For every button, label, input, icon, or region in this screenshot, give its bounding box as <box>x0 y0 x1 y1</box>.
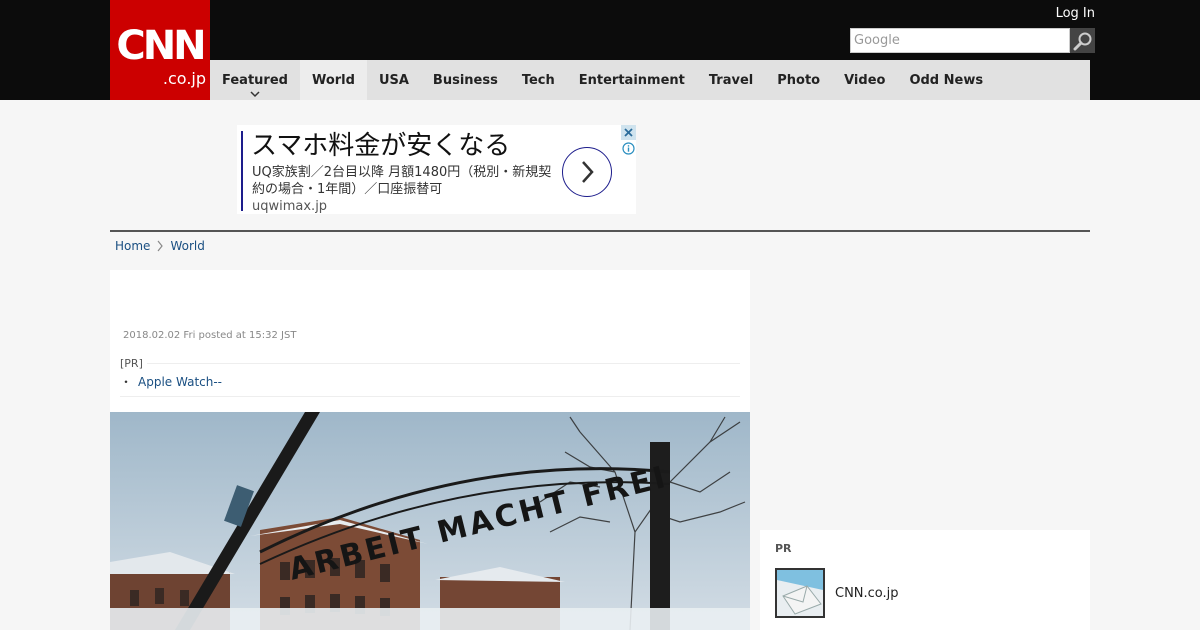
search-icon <box>1073 32 1091 50</box>
ad-domain[interactable]: uqwimax.jp <box>252 199 327 214</box>
breadcrumb: Home World <box>115 237 205 255</box>
search-input[interactable] <box>850 28 1070 53</box>
breadcrumb-home[interactable]: Home <box>115 239 150 253</box>
nav-item-label: Tech <box>521 72 555 88</box>
nav-item-label: Photo <box>777 72 821 88</box>
pr-link[interactable]: Apple Watch-- <box>138 375 222 389</box>
ad-next-button[interactable] <box>562 147 612 197</box>
logo-subtext: .co.jp <box>162 69 206 88</box>
logo-text: CNN <box>116 23 206 69</box>
chevron-down-icon <box>250 91 260 98</box>
sidebar-pr-label: PR <box>775 542 792 555</box>
nav-odd-news[interactable]: Odd News <box>897 60 995 100</box>
sidebar-pr-name[interactable]: CNN.co.jp <box>835 586 899 601</box>
ad-description: UQ家族割／2台目以降 月額1480円（税別・新規契約の場合・1年間）／口座振替… <box>252 165 552 197</box>
info-icon <box>622 142 635 155</box>
nav-photo[interactable]: Photo <box>765 60 832 100</box>
nav-item-label: Video <box>844 72 886 88</box>
pr-item[interactable]: ・ Apple Watch-- <box>120 374 222 390</box>
nav-item-label: Business <box>432 72 498 88</box>
nav-tech[interactable]: Tech <box>510 60 567 100</box>
login-link[interactable]: Log In <box>1040 5 1095 23</box>
nav-video[interactable]: Video <box>832 60 897 100</box>
sidebar-pr: PR CNN.co.jp <box>760 530 1090 630</box>
nav-travel[interactable]: Travel <box>697 60 765 100</box>
ad-info-button[interactable] <box>621 141 636 156</box>
pr-bullet: ・ <box>120 375 133 389</box>
cnn-logo[interactable]: CNN .co.jp <box>110 0 210 100</box>
pr-divider <box>120 363 740 364</box>
ad-close-button[interactable] <box>621 125 636 140</box>
close-icon <box>624 128 633 137</box>
mail-icon <box>777 570 823 615</box>
chevron-right-icon <box>157 240 164 252</box>
search-button[interactable] <box>1070 28 1095 53</box>
nav-item-label: World <box>311 72 355 88</box>
nav-item-label: USA <box>378 72 409 88</box>
nav-item-label: Featured <box>222 72 288 88</box>
ad-headline[interactable]: スマホ料金が安くなる <box>251 129 510 163</box>
chevron-right-icon <box>582 161 594 183</box>
section-divider <box>110 230 1090 232</box>
main-nav: Featured World USA Business Tech Enterta… <box>210 60 1090 100</box>
article-panel: 2018.02.02 Fri posted at 15:32 JST [PR] … <box>110 270 750 630</box>
nav-item-label: Travel <box>708 72 754 88</box>
nav-entertainment[interactable]: Entertainment <box>567 60 697 100</box>
sidebar-pr-thumbnail[interactable] <box>775 568 825 618</box>
article-photo[interactable]: ARBEIT MACHT FREI <box>110 412 750 630</box>
nav-usa[interactable]: USA <box>367 60 421 100</box>
nav-world[interactable]: World <box>299 60 367 100</box>
pr-bottom-divider <box>120 396 740 397</box>
breadcrumb-world[interactable]: World <box>170 239 204 253</box>
ad-accent-bar <box>241 131 243 211</box>
nav-item-label: Entertainment <box>578 72 685 88</box>
nav-business[interactable]: Business <box>421 60 510 100</box>
pr-label: [PR] <box>120 357 147 371</box>
nav-item-label: Odd News <box>909 72 984 88</box>
ad-banner[interactable]: スマホ料金が安くなる UQ家族割／2台目以降 月額1480円（税別・新規契約の場… <box>237 125 636 214</box>
article-date: 2018.02.02 Fri posted at 15:32 JST <box>123 330 297 341</box>
nav-featured[interactable]: Featured <box>210 60 300 100</box>
